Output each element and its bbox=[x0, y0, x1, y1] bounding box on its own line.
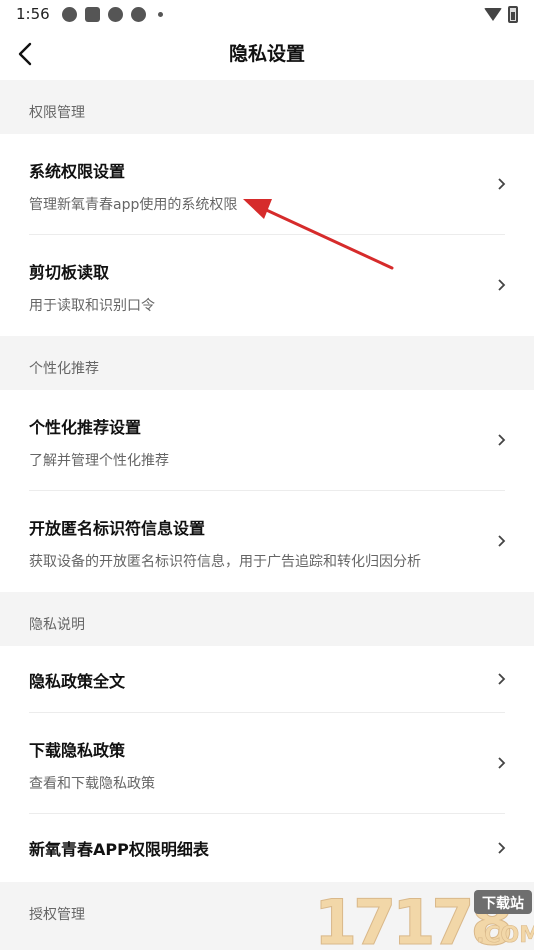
chevron-right-icon bbox=[496, 178, 508, 190]
svg-text:.COM: .COM bbox=[476, 923, 534, 948]
privacy-policy-full-text-item[interactable]: 隐私政策全文 bbox=[0, 646, 534, 713]
section-title: 授权管理 bbox=[29, 907, 85, 923]
item-title: 下载隐私政策 bbox=[29, 741, 126, 760]
svg-text:下载站: 下载站 bbox=[482, 895, 524, 912]
status-time: 1:56 bbox=[16, 5, 50, 23]
system-permission-settings-item[interactable]: 系统权限设置 管理新氧青春app使用的系统权限 bbox=[0, 134, 534, 235]
item-subtitle: 获取设备的开放匿名标识符信息，用于广告追踪和转化归因分析 bbox=[29, 554, 421, 570]
chevron-right-icon bbox=[496, 842, 508, 854]
more-notifications-icon bbox=[157, 11, 163, 17]
site-logo-icon: 17178 下载站 .COM bbox=[314, 886, 534, 950]
section-header-personalization: 个性化推荐 bbox=[0, 336, 534, 390]
item-subtitle: 了解并管理个性化推荐 bbox=[29, 453, 169, 469]
item-title: 系统权限设置 bbox=[29, 162, 126, 181]
notification-icon bbox=[130, 6, 146, 22]
chevron-right-icon bbox=[496, 279, 508, 291]
item-title: 隐私政策全文 bbox=[29, 672, 126, 691]
app-header: 隐私设置 bbox=[0, 28, 534, 80]
section-header-privacy-notes: 隐私说明 bbox=[0, 592, 534, 646]
privacy-notes-group: 隐私政策全文 下载隐私政策 查看和下载隐私政策 新氧青春APP权限明细表 bbox=[0, 646, 534, 882]
section-title: 权限管理 bbox=[29, 105, 85, 121]
chevron-right-icon bbox=[496, 535, 508, 547]
chevron-right-icon bbox=[496, 673, 508, 685]
item-title: 新氧青春APP权限明细表 bbox=[29, 840, 209, 859]
battery-icon bbox=[508, 5, 518, 23]
item-title: 开放匿名标识符信息设置 bbox=[29, 519, 206, 538]
notification-icon bbox=[84, 6, 100, 22]
personalization-group: 个性化推荐设置 了解并管理个性化推荐 开放匿名标识符信息设置 获取设备的开放匿名… bbox=[0, 390, 534, 592]
oaid-settings-item[interactable]: 开放匿名标识符信息设置 获取设备的开放匿名标识符信息，用于广告追踪和转化归因分析 bbox=[0, 491, 534, 592]
clipboard-read-item[interactable]: 剪切板读取 用于读取和识别口令 bbox=[0, 235, 534, 336]
notification-icons bbox=[61, 6, 163, 22]
section-title: 隐私说明 bbox=[29, 617, 85, 633]
item-title: 个性化推荐设置 bbox=[29, 418, 142, 437]
notification-icon bbox=[61, 6, 77, 22]
section-header-permissions: 权限管理 bbox=[0, 80, 534, 134]
notification-icon bbox=[107, 6, 123, 22]
item-title: 剪切板读取 bbox=[29, 263, 110, 282]
personalized-recommendation-settings-item[interactable]: 个性化推荐设置 了解并管理个性化推荐 bbox=[0, 390, 534, 491]
page-title: 隐私设置 bbox=[228, 43, 305, 65]
status-bar: 1:56 bbox=[0, 0, 534, 28]
wifi-icon bbox=[484, 7, 502, 21]
system-icons bbox=[484, 5, 518, 23]
watermark-logo: 17178 下载站 .COM bbox=[308, 884, 534, 950]
item-subtitle: 查看和下载隐私政策 bbox=[29, 776, 155, 792]
download-privacy-policy-item[interactable]: 下载隐私政策 查看和下载隐私政策 bbox=[0, 713, 534, 814]
permission-list-item[interactable]: 新氧青春APP权限明细表 bbox=[0, 814, 534, 882]
item-subtitle: 管理新氧青春app使用的系统权限 bbox=[29, 197, 238, 213]
item-subtitle: 用于读取和识别口令 bbox=[29, 298, 155, 314]
chevron-right-icon bbox=[496, 757, 508, 769]
section-title: 个性化推荐 bbox=[29, 361, 99, 377]
chevron-right-icon bbox=[496, 434, 508, 446]
permissions-group: 系统权限设置 管理新氧青春app使用的系统权限 剪切板读取 用于读取和识别口令 bbox=[0, 134, 534, 336]
